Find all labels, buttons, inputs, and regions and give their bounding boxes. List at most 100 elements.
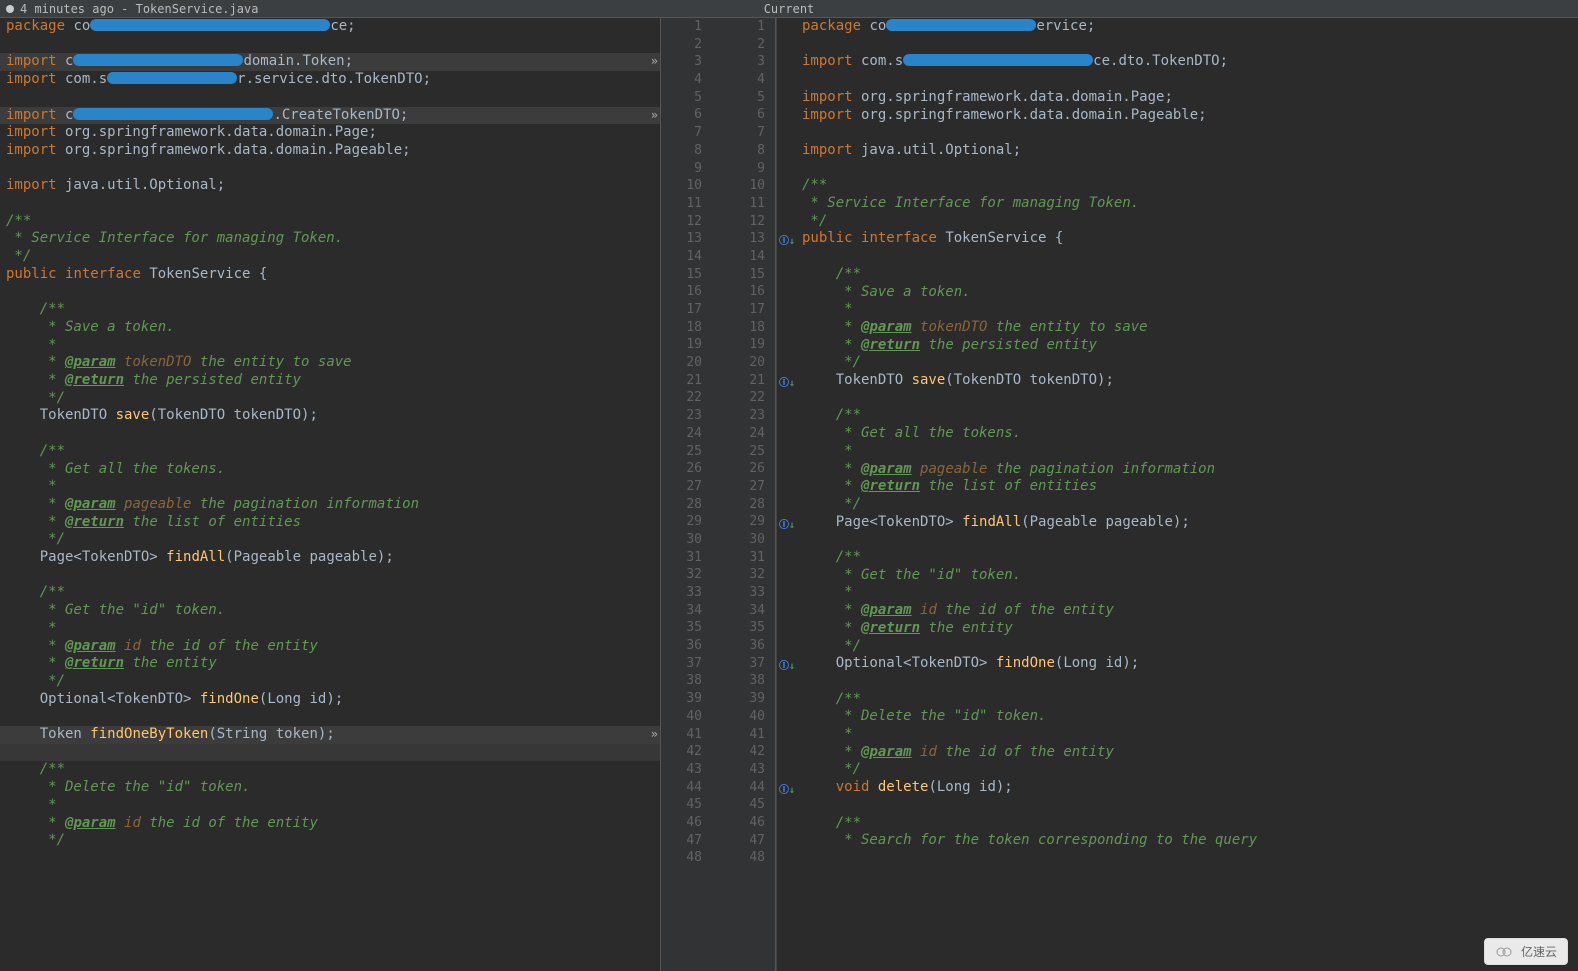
line-number: 25 <box>724 443 765 461</box>
left-code-pane[interactable]: package coxce; import cxdomain.Token;»im… <box>0 18 660 971</box>
line-number: 6 <box>661 106 702 124</box>
code-line: * Save a token. <box>802 284 971 302</box>
code-line: /** <box>802 549 861 567</box>
line-number: 35 <box>661 619 702 637</box>
code-line: Page<TokenDTO> findAll(Pageable pageable… <box>802 514 1190 532</box>
line-number: 7 <box>661 124 702 142</box>
code-line: * <box>6 620 57 638</box>
line-number: 46 <box>661 814 702 832</box>
code-line: */ <box>802 761 861 779</box>
code-line: * @return the list of entities <box>802 478 1097 496</box>
line-number: 10 <box>661 177 702 195</box>
line-number: 2 <box>661 36 702 54</box>
line-number: 8 <box>724 142 765 160</box>
code-line: import java.util.Optional; <box>6 177 225 195</box>
line-number: 45 <box>661 796 702 814</box>
has-implementation-icon[interactable]: Ⓘ↓ <box>779 516 795 531</box>
line-number: 19 <box>661 336 702 354</box>
diff-viewer: package coxce; import cxdomain.Token;»im… <box>0 18 1578 971</box>
code-line: */ <box>802 496 861 514</box>
code-line: /** <box>802 177 827 195</box>
code-line <box>802 390 810 408</box>
code-line: * <box>802 726 853 744</box>
has-implementation-icon[interactable]: Ⓘ↓ <box>779 781 795 796</box>
line-number: 10 <box>724 177 765 195</box>
line-number: 16 <box>724 283 765 301</box>
code-line: /** <box>6 443 65 461</box>
line-number: 21 <box>661 372 702 390</box>
has-implementation-icon[interactable]: Ⓘ↓ <box>779 374 795 389</box>
line-number: 30 <box>724 531 765 549</box>
code-line: * <box>802 301 853 319</box>
line-number: 44 <box>724 779 765 797</box>
code-line: import org.springframework.data.domain.P… <box>802 107 1207 125</box>
line-number: 9 <box>724 160 765 178</box>
line-number: 17 <box>661 301 702 319</box>
line-number: 38 <box>724 672 765 690</box>
code-line: * @return the persisted entity <box>802 337 1097 355</box>
line-number: 15 <box>661 266 702 284</box>
apply-change-chevron-icon[interactable]: » <box>651 107 658 125</box>
line-number: 43 <box>661 761 702 779</box>
code-line: * Delete the "id" token. <box>6 779 250 797</box>
line-number: 18 <box>724 319 765 337</box>
line-number: 19 <box>724 336 765 354</box>
code-line: * @param tokenDTO the entity to save <box>6 354 352 372</box>
apply-change-chevron-icon[interactable]: » <box>651 726 658 744</box>
line-number: 7 <box>724 124 765 142</box>
code-line: * @param pageable the pagination informa… <box>6 496 419 514</box>
has-implementation-icon[interactable]: Ⓘ↓ <box>779 657 795 672</box>
line-number: 27 <box>724 478 765 496</box>
code-line <box>802 124 810 142</box>
code-line: /** <box>6 584 65 602</box>
line-number: 26 <box>661 460 702 478</box>
code-line <box>6 89 14 107</box>
code-line: */ <box>802 638 861 656</box>
line-number: 32 <box>724 566 765 584</box>
code-line: import com.sxr.service.dto.TokenDTO; <box>6 71 431 89</box>
line-number: 31 <box>661 549 702 567</box>
right-marker-gutter[interactable]: Ⓘ↓ Ⓘ↓ Ⓘ↓ Ⓘ↓ Ⓘ↓ <box>776 18 796 971</box>
code-line: */ <box>6 832 65 850</box>
code-line: * @param id the id of the entity <box>6 638 318 656</box>
code-line: /** <box>802 266 861 284</box>
code-line <box>6 708 14 726</box>
line-number: 48 <box>661 849 702 867</box>
line-number: 1 <box>661 18 702 36</box>
line-number: 28 <box>661 496 702 514</box>
line-number: 29 <box>661 513 702 531</box>
line-number: 12 <box>724 213 765 231</box>
line-number: 40 <box>724 708 765 726</box>
line-number: 1 <box>724 18 765 36</box>
code-line: * @param id the id of the entity <box>802 602 1114 620</box>
line-number: 31 <box>724 549 765 567</box>
code-line: */ <box>6 531 65 549</box>
line-number: 12 <box>661 213 702 231</box>
code-line: * <box>802 584 853 602</box>
code-line: * Get the "id" token. <box>6 602 225 620</box>
code-line <box>802 797 810 815</box>
code-line: /** <box>6 213 31 231</box>
line-number: 33 <box>724 584 765 602</box>
code-line: public interface TokenService { <box>802 230 1063 248</box>
line-number: 5 <box>661 89 702 107</box>
line-number: 11 <box>724 195 765 213</box>
code-line: package coxce; <box>6 18 356 36</box>
line-number: 26 <box>724 460 765 478</box>
line-number: 16 <box>661 283 702 301</box>
apply-change-chevron-icon[interactable]: » <box>651 53 658 71</box>
right-code-pane[interactable]: package coxervice; import com.sxce.dto.T… <box>796 18 1578 971</box>
line-number: 14 <box>661 248 702 266</box>
code-line: /** <box>6 301 65 319</box>
has-implementation-icon[interactable]: Ⓘ↓ <box>779 232 795 247</box>
line-number: 9 <box>661 160 702 178</box>
code-line: * <box>6 337 57 355</box>
code-line: */ <box>6 390 65 408</box>
code-line: import org.springframework.data.domain.P… <box>802 89 1173 107</box>
line-number: 2 <box>724 36 765 54</box>
line-number: 41 <box>661 726 702 744</box>
code-line: TokenDTO save(TokenDTO tokenDTO); <box>802 372 1114 390</box>
code-line <box>6 36 14 54</box>
revision-timestamp: 4 minutes ago - TokenService.java <box>20 2 258 16</box>
line-number: 41 <box>724 726 765 744</box>
